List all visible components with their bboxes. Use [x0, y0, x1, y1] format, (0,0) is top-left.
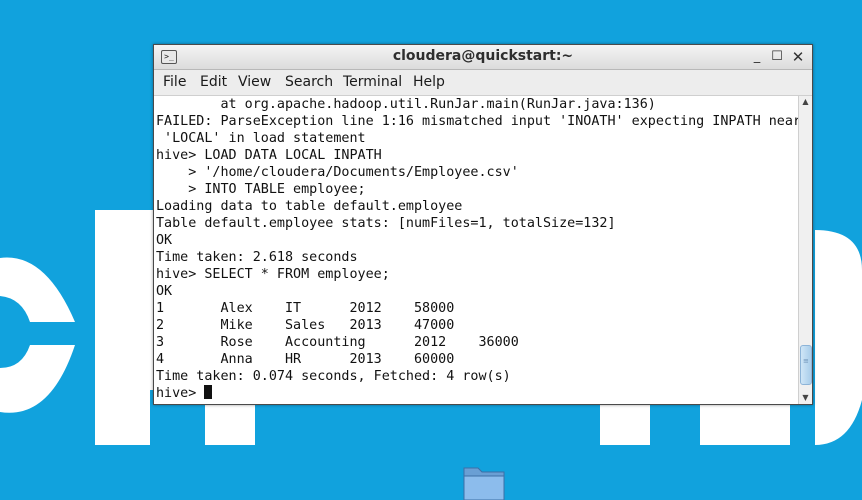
hive-prompt: hive>	[156, 386, 205, 401]
menu-search[interactable]: Search	[285, 74, 333, 90]
close-button[interactable]: ✕	[789, 48, 807, 66]
terminal-line: 'LOCAL' in load statement	[156, 131, 366, 146]
terminal-line: Loading data to table default.employee	[156, 199, 463, 214]
terminal-line: hive> SELECT * FROM employee;	[156, 267, 390, 282]
menu-view[interactable]: View	[238, 74, 271, 90]
menu-terminal[interactable]: Terminal	[343, 74, 402, 90]
terminal-line: OK	[156, 284, 173, 299]
terminal-line: OK	[156, 233, 173, 248]
terminal-line: 3 Rose Accounting 2012 36000	[156, 335, 519, 350]
terminal-line: > '/home/cloudera/Documents/Employee.csv…	[156, 165, 519, 180]
scroll-down-icon[interactable]: ▼	[799, 392, 812, 404]
terminal-line: Time taken: 2.618 seconds	[156, 250, 358, 265]
terminal-line: 4 Anna HR 2013 60000	[156, 352, 455, 367]
window-title: cloudera@quickstart:~	[392, 48, 574, 64]
terminal-line: > INTO TABLE employee;	[156, 182, 366, 197]
terminal-line: 1 Alex IT 2012 58000	[156, 301, 455, 316]
menu-bar: File Edit View Search Terminal Help	[154, 70, 812, 96]
minimize-button[interactable]: _	[748, 48, 766, 66]
text-cursor	[204, 385, 213, 399]
terminal-line: Time taken: 0.074 seconds, Fetched: 4 ro…	[156, 369, 511, 384]
maximize-button[interactable]: ☐	[768, 48, 786, 66]
terminal-line: FAILED: ParseException line 1:16 mismatc…	[156, 114, 798, 129]
scrollbar-thumb[interactable]: ≡	[800, 345, 812, 385]
menu-file[interactable]: File	[163, 74, 186, 90]
terminal-line: 2 Mike Sales 2013 47000	[156, 318, 455, 333]
scroll-up-icon[interactable]: ▲	[799, 96, 812, 108]
terminal-output[interactable]: at org.apache.hadoop.util.RunJar.main(Ru…	[154, 96, 798, 404]
vertical-scrollbar[interactable]: ▲ ≡ ▼	[798, 96, 812, 404]
terminal-window[interactable]: >_ cloudera@quickstart:~ _ ☐ ✕ File Edit…	[153, 44, 813, 405]
grip-icon: ≡	[803, 357, 809, 365]
folder-icon[interactable]	[462, 463, 506, 500]
terminal-line: Table default.employee stats: [numFiles=…	[156, 216, 616, 231]
menu-edit[interactable]: Edit	[200, 74, 227, 90]
terminal-line: hive> LOAD DATA LOCAL INPATH	[156, 148, 382, 163]
window-titlebar[interactable]: >_ cloudera@quickstart:~ _ ☐ ✕	[154, 45, 812, 70]
terminal-line: at org.apache.hadoop.util.RunJar.main(Ru…	[156, 97, 656, 112]
terminal-prompt-line[interactable]: hive>	[156, 385, 213, 402]
menu-help[interactable]: Help	[413, 74, 445, 90]
